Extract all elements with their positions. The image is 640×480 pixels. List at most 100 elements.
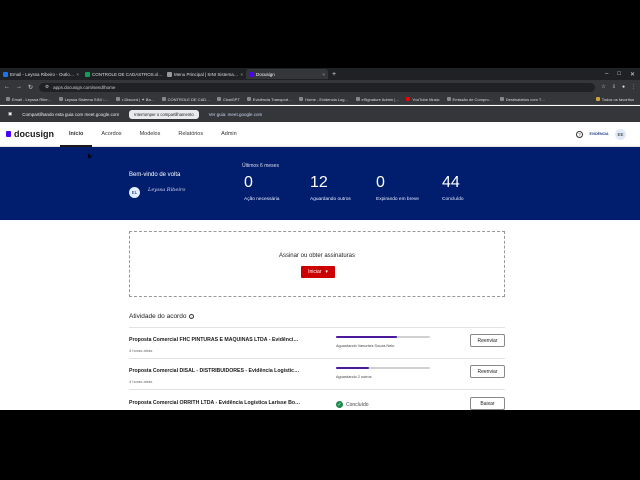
- bookmark-icon: [217, 97, 222, 101]
- menu-icon[interactable]: ⋮: [631, 84, 636, 90]
- bookmark[interactable]: YouTube Music: [406, 96, 440, 102]
- stop-sharing-button[interactable]: Interromper o compartilhamento: [129, 109, 199, 119]
- bookmark[interactable]: ChatGPT: [217, 97, 240, 102]
- view-tab-link[interactable]: Ver guia: meet.google.com: [209, 112, 263, 117]
- agreement-status: Aguardando 2 outros: [336, 375, 372, 379]
- close-window-icon[interactable]: ✕: [630, 71, 635, 78]
- agreement-time: 4 horas atrás: [129, 379, 153, 384]
- address-bar: ← → ↻ ⚙ apps.docusign.com/send/home ☆ ⇩ …: [0, 80, 640, 94]
- check-icon: ✓: [336, 401, 343, 408]
- close-icon[interactable]: ×: [240, 72, 243, 77]
- close-icon[interactable]: ×: [76, 72, 79, 77]
- agreement-name[interactable]: Proposta Comercial DISAL - DISTRIBUIDORE…: [129, 368, 299, 374]
- stat-expiring-soon[interactable]: 0 Expirando em breve: [376, 175, 419, 203]
- activity-row[interactable]: Proposta Comercial ORRITH LTDA - Evidênc…: [129, 396, 505, 410]
- stat-completed[interactable]: 44 Concluído: [442, 174, 464, 203]
- status-text: Concluído: [346, 401, 369, 408]
- download-icon[interactable]: ⇩: [612, 84, 616, 90]
- bookmark-icon: [58, 97, 63, 101]
- url-text: apps.docusign.com/send/home: [53, 84, 116, 90]
- bookmark-label: CONTROLE DE CAD…: [167, 96, 211, 102]
- site-info-icon[interactable]: ⚙: [45, 84, 49, 90]
- user-avatar[interactable]: EE: [615, 128, 626, 140]
- forward-icon[interactable]: →: [16, 84, 22, 90]
- help-icon[interactable]: ?: [576, 130, 583, 138]
- bookmark-label: YouTube Music: [412, 96, 440, 102]
- activity-title: Atividade do acordo i: [129, 313, 195, 320]
- sign-dropzone[interactable]: Assinar ou obter assinaturas Iniciar ▾: [129, 231, 505, 297]
- progress-bar: [336, 367, 430, 369]
- start-button[interactable]: Iniciar ▾: [301, 266, 335, 278]
- stat-label: Aguardando outros: [310, 197, 351, 202]
- maximize-icon[interactable]: □: [617, 71, 621, 78]
- tab-label: CONTROLE DE CADASTROS.xl…: [92, 71, 163, 77]
- org-logo[interactable]: EVIDÊNCIA: [589, 130, 608, 138]
- stat-action-required[interactable]: 0 Ação necessária: [244, 174, 279, 203]
- resend-button[interactable]: Reenviar: [470, 365, 505, 378]
- share-text: Compartilhando esta guia com meet.google…: [22, 111, 120, 117]
- bookmark-icon: [6, 97, 10, 101]
- stat-value: 0: [244, 174, 253, 191]
- bookmark-label: Home - Evidencia Log…: [305, 96, 349, 102]
- nav-acordos[interactable]: Acordos: [92, 122, 130, 147]
- all-bookmarks[interactable]: Todos os favoritos: [595, 97, 634, 102]
- nav-inicio[interactable]: Início: [60, 122, 93, 147]
- info-icon[interactable]: i: [189, 314, 195, 319]
- bookmark-label: ChatGPT: [223, 96, 240, 102]
- nav-modelos[interactable]: Modelos: [131, 122, 170, 147]
- resend-button[interactable]: Reenviar: [470, 334, 505, 347]
- bookmark-label: eSignature Admin |…: [361, 96, 400, 102]
- browser-tab[interactable]: Email - Leyssa Ribeiro - Outlo… ×: [0, 69, 82, 79]
- nav-relatorios[interactable]: Relatórios: [169, 122, 212, 147]
- bookmark[interactable]: Email - Leyssa Ribe…: [6, 97, 52, 102]
- stat-waiting-others[interactable]: 12 Aguardando outros: [310, 175, 351, 203]
- bookmark-icon: [299, 97, 304, 101]
- progress-bar: [336, 336, 430, 338]
- outlook-icon: [3, 71, 8, 77]
- browser-tab-active[interactable]: Docusign ×: [246, 69, 328, 79]
- share-icon: ▣: [8, 111, 13, 116]
- download-button[interactable]: Baixar: [470, 397, 505, 410]
- browser-tab[interactable]: CONTROLE DE CADASTROS.xl…×: [82, 69, 164, 79]
- new-tab-button[interactable]: +: [328, 71, 340, 78]
- docusign-logo-icon: [6, 131, 11, 137]
- toolbar-icons: ☆ ⇩ ● ⋮: [601, 84, 636, 90]
- agreement-status: Aguardando Vanuntes Souza Neto: [336, 344, 395, 348]
- agreement-name[interactable]: Proposta Comercial ORRITH LTDA - Evidênc…: [129, 400, 300, 406]
- nav-admin[interactable]: Admin: [212, 122, 246, 147]
- star-icon[interactable]: ☆: [601, 84, 605, 90]
- divider: [129, 358, 505, 359]
- bookmark[interactable]: Destinatários com T…: [499, 97, 545, 102]
- bookmark[interactable]: r-Discord | ✦ Ba…: [115, 97, 155, 102]
- bookmarks-bar: Email - Leyssa Ribe… Leyssa Sistema SINI…: [0, 94, 640, 105]
- url-field[interactable]: ⚙ apps.docusign.com/send/home: [39, 82, 596, 92]
- reload-icon[interactable]: ↻: [28, 84, 33, 91]
- tab-sharing-banner: ▣ Compartilhando esta guia com meet.goog…: [0, 106, 640, 122]
- browser-tab[interactable]: Menu Principal | SINI Sistema… ×: [164, 69, 246, 79]
- stat-value: 44: [442, 174, 460, 191]
- folder-icon: [595, 97, 600, 101]
- back-icon[interactable]: ←: [4, 84, 10, 90]
- minimize-icon[interactable]: –: [605, 71, 608, 78]
- bookmark[interactable]: Emissão de Compro…: [446, 96, 493, 102]
- bookmark-icon: [446, 97, 451, 101]
- tab-label: Email - Leyssa Ribeiro - Outlo…: [10, 71, 75, 77]
- user-signature: Leyssa Ribeiro: [148, 187, 186, 193]
- bookmark-label: Emissão de Compro…: [452, 96, 493, 102]
- bookmark[interactable]: Leyssa Sistema SINI ↓…: [58, 97, 109, 102]
- agreement-name[interactable]: Proposta Comercial FHC PINTURAS E MAQUIN…: [129, 337, 298, 343]
- bookmark-icon: [246, 97, 251, 101]
- close-icon[interactable]: ×: [322, 72, 325, 77]
- header-right: ? EVIDÊNCIA EE: [576, 128, 640, 140]
- bookmark[interactable]: Home - Evidencia Log…: [299, 96, 349, 102]
- docusign-logo[interactable]: docusign: [0, 129, 60, 139]
- docusign-icon: [249, 71, 254, 77]
- profile-icon[interactable]: ●: [622, 84, 625, 90]
- period-label[interactable]: Últimos 6 meses: [242, 163, 279, 169]
- bookmark[interactable]: Evidência Transport…: [246, 97, 292, 102]
- stat-label: Concluído: [442, 197, 464, 202]
- progress-fill: [336, 367, 369, 369]
- bookmark[interactable]: CONTROLE DE CAD…: [161, 96, 211, 102]
- stat-label: Expirando em breve: [376, 197, 419, 202]
- bookmark[interactable]: eSignature Admin |…: [355, 96, 400, 102]
